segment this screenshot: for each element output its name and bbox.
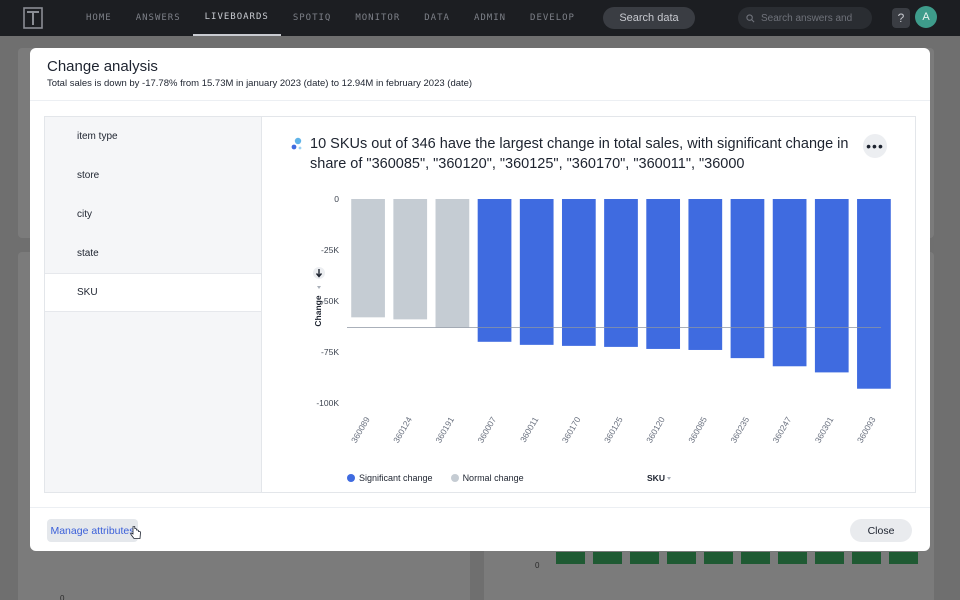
bar-360124: [393, 199, 428, 320]
x-tick-label: 360124: [391, 415, 414, 445]
attribute-item-city[interactable]: city: [45, 195, 261, 234]
main-nav: HOME ANSWERS LIVEBOARDS SPOTIQ MONITOR DATA AD…: [74, 0, 587, 36]
y-tick-label: -25K: [321, 245, 339, 255]
x-tick-label: 360125: [602, 415, 625, 445]
modal-subtitle: Total sales is down by -17.78% from 15.7…: [47, 78, 473, 89]
legend-dot: [347, 474, 355, 482]
thoughtspot-logo[interactable]: [22, 7, 44, 29]
bar-360007: [477, 199, 512, 342]
nav-item-liveboards[interactable]: LIVEBOARDS: [192, 0, 281, 36]
caret-down-icon: [667, 477, 671, 480]
background-bar: [704, 552, 733, 564]
x-tick-label: 360089: [349, 415, 372, 445]
x-tick-label: 360191: [433, 415, 456, 445]
nav-item-admin[interactable]: ADMIN: [462, 0, 518, 36]
legend-dot: [450, 474, 459, 482]
y-axis-label: Change: [313, 295, 323, 326]
nav-item-answers[interactable]: ANSWERS: [124, 0, 193, 36]
close-button[interactable]: Close: [850, 519, 912, 542]
bar-360235: [730, 199, 765, 359]
change-analysis-modal: Change analysis Total sales is down by -…: [30, 48, 930, 551]
attribute-item-sku[interactable]: SKU: [45, 273, 261, 312]
background-bar: [889, 552, 918, 564]
nav-item-home[interactable]: HOME: [74, 0, 124, 36]
help-button[interactable]: ?: [892, 8, 910, 28]
x-tick-label: 360085: [686, 415, 709, 445]
legend-item[interactable]: Significant change: [347, 473, 433, 483]
sort-arrow-icon[interactable]: [313, 267, 325, 279]
hand-cursor-icon: [130, 526, 141, 539]
bar-360191: [435, 199, 470, 328]
x-tick-label: 360235: [728, 415, 751, 445]
background-bar: [556, 552, 585, 564]
bar-360301: [814, 199, 849, 373]
more-options-button[interactable]: •••: [863, 134, 887, 158]
background-bar: [593, 552, 622, 564]
insight-headline: 10 SKUs out of 346 have the largest chan…: [310, 136, 849, 172]
bar-360093: [857, 199, 891, 389]
legend-label: Significant change: [359, 473, 433, 483]
search-data-button[interactable]: Search data: [602, 7, 695, 29]
background-bar: [815, 552, 844, 564]
bar-360125: [604, 199, 638, 347]
bar-360011: [519, 199, 554, 345]
bar-360089: [351, 199, 385, 318]
bar-360120: [646, 199, 681, 349]
caret-down-icon: [317, 286, 321, 289]
answer-search-placeholder: Search answers and: [761, 12, 853, 24]
attribute-item-item-type[interactable]: item type: [45, 117, 261, 156]
attribute-item-store[interactable]: store: [45, 156, 261, 195]
background-bar: [778, 552, 807, 564]
x-tick-label: 360301: [813, 415, 836, 445]
legend-label: Normal change: [462, 473, 524, 483]
y-tick-label: 0: [334, 194, 339, 204]
x-tick-label: 360170: [560, 415, 583, 445]
chart-legend: Significant change Normal change: [347, 473, 524, 483]
divider: [30, 100, 930, 101]
attribute-list: item type store city state SKU: [45, 117, 262, 492]
search-icon: [746, 13, 755, 22]
spotiq-sparkle-icon: [290, 137, 303, 156]
background-bar: [741, 552, 770, 564]
y-tick-label: -50K: [321, 296, 339, 306]
nav-item-develop[interactable]: DEVELOP: [518, 0, 587, 36]
background-bar: [630, 552, 659, 564]
nav-item-monitor[interactable]: MONITOR: [343, 0, 412, 36]
legend-item[interactable]: Normal change: [450, 473, 524, 483]
analysis-panel: item type store city state SKU 10 SKUs out o…: [44, 116, 916, 493]
y-tick-label: -100K: [316, 398, 339, 408]
answer-search-input[interactable]: Search answers and: [738, 7, 872, 29]
background-bar-chart: [556, 552, 918, 564]
x-tick-label: 360120: [644, 415, 667, 445]
bar-360247: [772, 199, 807, 367]
bar-360170: [561, 199, 596, 346]
nav-item-data[interactable]: DATA: [412, 0, 462, 36]
modal-title: Change analysis: [47, 58, 158, 75]
x-tick-label: 360247: [770, 415, 793, 445]
attribute-item-state[interactable]: state: [45, 234, 261, 273]
change-bar-chart: 0 -25K -50K -75K -100K 360089 360124 360191 3600…: [313, 194, 891, 483]
nav-item-spotiq[interactable]: SPOTIQ: [281, 0, 344, 36]
x-tick-label: 360093: [855, 415, 878, 445]
background-axis-zero-left: 0: [60, 594, 65, 600]
background-axis-zero: 0: [535, 561, 540, 570]
manage-attributes-button[interactable]: Manage attributes: [47, 519, 138, 542]
x-tick-label: 360011: [518, 415, 541, 444]
user-avatar[interactable]: A: [915, 6, 937, 28]
footer-divider: [30, 507, 930, 508]
background-bar: [667, 552, 696, 564]
x-axis-label: SKU: [647, 473, 665, 483]
x-tick-label: 360007: [475, 415, 498, 445]
y-tick-label: -75K: [321, 347, 339, 357]
background-bar: [852, 552, 881, 564]
